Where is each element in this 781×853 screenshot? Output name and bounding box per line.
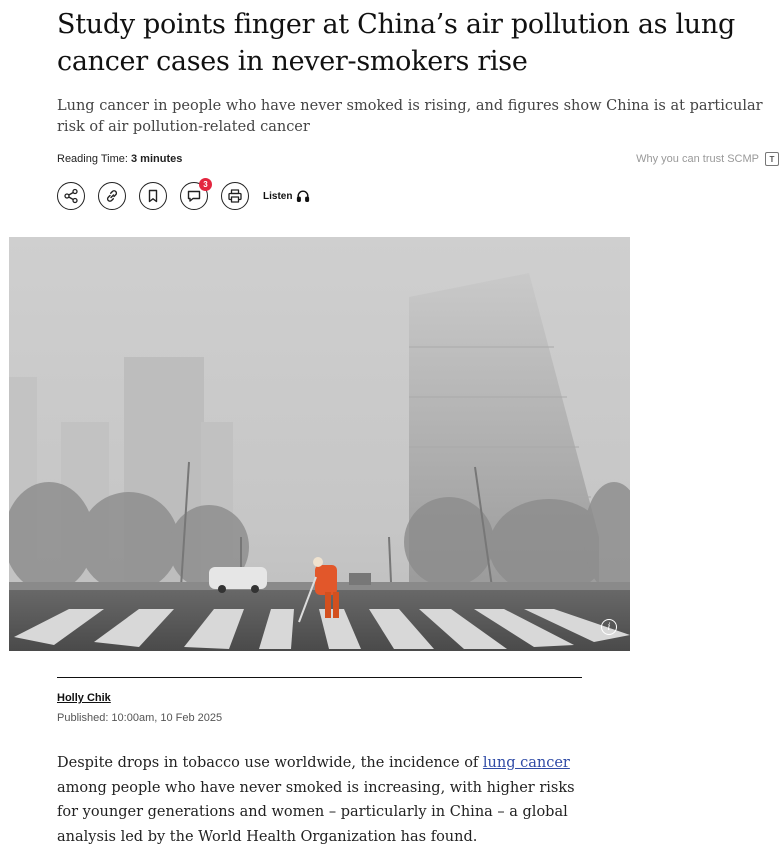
trust-icon[interactable]: T xyxy=(765,152,779,166)
print-icon xyxy=(228,189,242,203)
comment-count-badge: 3 xyxy=(199,178,212,191)
article-action-bar: 3 Listen xyxy=(57,178,310,210)
image-info-icon[interactable]: i xyxy=(601,619,617,635)
article-headline: Study points finger at China’s air pollu… xyxy=(57,9,735,77)
listen-label[interactable]: Listen xyxy=(263,191,292,202)
headphones-icon xyxy=(297,190,310,202)
body-text-before-link: Despite drops in tobacco use worldwide, … xyxy=(57,755,483,771)
link-icon xyxy=(106,190,118,202)
bookmark-button[interactable] xyxy=(139,182,167,210)
share-button[interactable] xyxy=(57,182,85,210)
comments-button[interactable]: 3 xyxy=(180,178,212,210)
lung-cancer-link[interactable]: lung cancer xyxy=(483,755,570,771)
smog-street-photo xyxy=(9,237,630,651)
reading-time: Reading Time: 3 minutes xyxy=(57,153,182,165)
body-text-after-link: among people who have never smoked is in… xyxy=(57,779,575,845)
article-body-paragraph: Despite drops in tobacco use worldwide, … xyxy=(57,751,587,849)
published-date: Published: 10:00am, 10 Feb 2025 xyxy=(57,712,223,724)
trust-label[interactable]: Why you can trust SCMP xyxy=(636,153,759,165)
comment-icon xyxy=(187,190,201,202)
author-link[interactable]: Holly Chik xyxy=(57,692,111,704)
listen-button[interactable]: Listen xyxy=(263,189,310,203)
byline-divider xyxy=(57,677,582,678)
hero-image: i xyxy=(9,237,630,651)
article-subheadline: Lung cancer in people who have never smo… xyxy=(57,98,763,135)
copy-link-button[interactable] xyxy=(98,182,126,210)
share-icon xyxy=(64,188,78,204)
reading-time-value: 3 minutes xyxy=(131,153,183,165)
reading-time-label: Reading Time: xyxy=(57,153,128,165)
bookmark-icon xyxy=(148,189,158,203)
trust-link[interactable]: Why you can trust SCMP T xyxy=(636,152,779,166)
print-button[interactable] xyxy=(221,182,249,210)
